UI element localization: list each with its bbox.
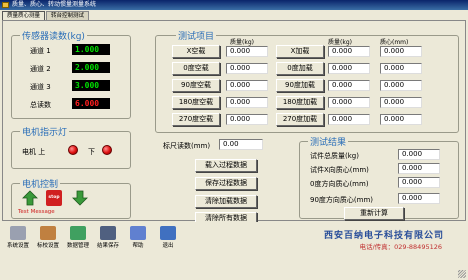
channel-3-value: 3.000	[72, 80, 110, 91]
channel-2-label: 通道 2	[30, 65, 51, 73]
0deg-centroid: 0.000	[380, 63, 422, 74]
arrow-up-icon[interactable]	[22, 190, 38, 206]
270deg-loaded-button[interactable]: 270度加载	[276, 113, 324, 126]
total-value: 6.000	[72, 98, 110, 109]
0deg-loaded-button[interactable]: 0度加载	[276, 62, 324, 75]
90deg-centroid: 0.000	[380, 80, 422, 91]
180deg-unloaded-mass: 0.000	[226, 97, 268, 108]
0deg-centroid-value: 0.000	[398, 177, 440, 188]
header-centroid: 质心(mm)	[380, 39, 409, 46]
channel-2-value: 2.000	[72, 62, 110, 73]
results-title: 测试结果	[308, 135, 349, 148]
0deg-unloaded-button[interactable]: 0度空载	[172, 62, 220, 75]
recalculate-button[interactable]: 重新计算	[344, 207, 404, 220]
x-unloaded-button[interactable]: X空载	[172, 45, 220, 58]
x-unloaded-mass: 0.000	[226, 46, 268, 57]
total-mass-value: 0.000	[398, 149, 440, 160]
180deg-loaded-button[interactable]: 180度加载	[276, 96, 324, 109]
save-results-button[interactable]: 结果保存	[94, 226, 122, 249]
motor-control-group: 电机控制 stop Test Message	[11, 177, 131, 219]
x-loaded-mass: 0.000	[328, 46, 370, 57]
motor-up-label: 电机 上	[22, 148, 46, 156]
test-items-title: 测试项目	[176, 29, 217, 42]
data-management-button[interactable]: 数据管理	[64, 226, 92, 249]
sensor-group: 传感器读数(kg) 通道 1 1.000 通道 2 2.000 通道 3 3.0…	[11, 29, 131, 119]
help-button[interactable]: 帮助	[124, 226, 152, 249]
main-panel: 传感器读数(kg) 通道 1 1.000 通道 2 2.000 通道 3 3.0…	[2, 20, 466, 225]
calibration-settings-label: 标校设置	[36, 243, 59, 249]
motor-indicator-group: 电机指示灯 电机 上 下	[11, 125, 131, 169]
90deg-centroid-value: 0.000	[398, 193, 440, 204]
data-management-label: 数据管理	[66, 243, 89, 249]
settings-icon	[10, 226, 26, 240]
exit-label: 退出	[162, 243, 174, 249]
180deg-unloaded-button[interactable]: 180度空载	[172, 96, 220, 109]
stop-icon[interactable]: stop	[46, 190, 62, 206]
sensor-title: 传感器读数(kg)	[20, 29, 87, 42]
x-centroid: 0.000	[380, 46, 422, 57]
0deg-centroid-label: 0度方向质心(mm)	[310, 180, 369, 188]
title-bar: 质量、质心、转动惯量测量系统	[0, 0, 468, 10]
save-process-data-button[interactable]: 保存过程数据	[195, 177, 257, 190]
help-icon	[130, 226, 146, 240]
ruler-label: 标尺读数(mm)	[163, 142, 211, 150]
180deg-centroid: 0.000	[380, 97, 422, 108]
exit-button[interactable]: 退出	[154, 226, 182, 249]
x-centroid-value: 0.000	[398, 163, 440, 174]
90deg-loaded-mass: 0.000	[328, 80, 370, 91]
x-loaded-button[interactable]: X加载	[276, 45, 324, 58]
clear-load-data-button[interactable]: 清除加载数据	[195, 195, 257, 208]
270deg-loaded-mass: 0.000	[328, 114, 370, 125]
270deg-centroid: 0.000	[380, 114, 422, 125]
resize-grip[interactable]	[458, 270, 466, 278]
total-label: 总读数	[30, 101, 51, 109]
data-icon	[70, 226, 86, 240]
0deg-unloaded-mass: 0.000	[226, 63, 268, 74]
ruler-input[interactable]: 0.00	[219, 139, 263, 150]
90deg-unloaded-mass: 0.000	[226, 80, 268, 91]
channel-1-label: 通道 1	[30, 47, 51, 55]
motor-indicator-title: 电机指示灯	[20, 125, 70, 138]
90deg-loaded-button[interactable]: 90度加载	[276, 79, 324, 92]
0deg-loaded-mass: 0.000	[328, 63, 370, 74]
motor-down-label: 下	[88, 148, 95, 156]
motor-down-led	[102, 145, 112, 155]
system-settings-button[interactable]: 系统设置	[4, 226, 32, 249]
channel-1-value: 1.000	[72, 44, 110, 55]
90deg-unloaded-button[interactable]: 90度空载	[172, 79, 220, 92]
270deg-unloaded-button[interactable]: 270度空载	[172, 113, 220, 126]
test-message: Test Message	[18, 209, 55, 215]
company-name: 西安百纳电子科技有限公司	[323, 231, 444, 241]
test-items-group: 测试项目 质量(kg) 质量(kg) 质心(mm) X空载 0.000 X加载 …	[155, 29, 459, 133]
x-centroid-label: 试件X向质心(mm)	[310, 166, 369, 174]
90deg-centroid-label: 90度方向质心(mm)	[310, 196, 374, 204]
total-mass-label: 试件总质量(kg)	[310, 152, 359, 160]
motor-up-led	[68, 145, 78, 155]
header-mass-right: 质量(kg)	[328, 39, 352, 46]
save-results-label: 结果保存	[96, 243, 119, 249]
bottom-toolbar: 系统设置 标校设置 数据管理 结果保存 帮助 退出 西安百纳电子科技有限公司 电…	[0, 222, 468, 280]
motor-control-title: 电机控制	[20, 177, 61, 190]
arrow-down-icon[interactable]	[72, 190, 88, 206]
load-process-data-button[interactable]: 载入过程数据	[195, 159, 257, 172]
calibration-settings-button[interactable]: 标校设置	[34, 226, 62, 249]
save-icon	[100, 226, 116, 240]
system-settings-label: 系统设置	[6, 243, 29, 249]
app-icon	[2, 2, 9, 8]
channel-3-label: 通道 3	[30, 83, 51, 91]
calibrate-icon	[40, 226, 56, 240]
180deg-loaded-mass: 0.000	[328, 97, 370, 108]
exit-icon	[160, 226, 176, 240]
header-mass-left: 质量(kg)	[230, 39, 254, 46]
270deg-unloaded-mass: 0.000	[226, 114, 268, 125]
window-title: 质量、质心、转动惯量测量系统	[12, 1, 97, 8]
results-group: 测试结果 试件总质量(kg) 0.000 试件X向质心(mm) 0.000 0度…	[299, 135, 459, 220]
company-phone: 电话/传真：029-88495126	[359, 243, 442, 251]
help-label: 帮助	[132, 243, 144, 249]
